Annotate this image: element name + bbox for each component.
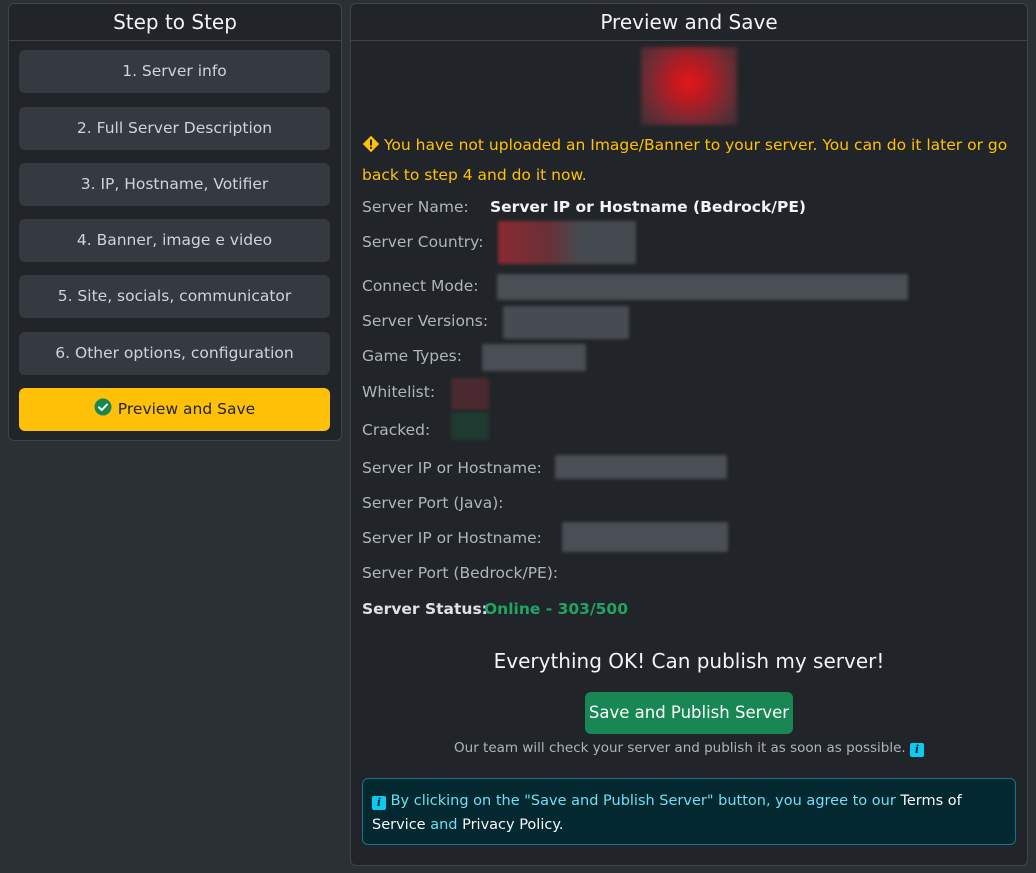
privacy-policy-link[interactable]: Privacy Policy — [462, 817, 559, 833]
server-banner-image — [641, 47, 737, 125]
agreement-text: By clicking on the "Save and Publish Ser… — [390, 793, 896, 809]
agreement-suffix: . — [558, 817, 564, 833]
server-status-label: Server Status: — [362, 600, 488, 618]
java-ip-label: Server IP or Hostname: — [362, 459, 542, 477]
team-note: Our team will check your server and publ… — [351, 740, 1027, 757]
info-icon[interactable]: i — [909, 743, 924, 757]
sidebar-title: Step to Step — [9, 4, 341, 41]
server-name-label: Server Name: — [362, 198, 469, 216]
team-note-text: Our team will check your server and publ… — [454, 740, 906, 756]
bedrock-ip-value — [562, 522, 728, 552]
server-name-value: Server IP or Hostname (Bedrock/PE) — [490, 198, 806, 216]
bedrock-port-label: Server Port (Bedrock/PE): — [362, 564, 559, 582]
java-port-label: Server Port (Java): — [362, 494, 504, 512]
java-ip-value — [555, 455, 727, 479]
agreement-alert: i By clicking on the "Save and Publish S… — [362, 778, 1016, 845]
game-types-label: Game Types: — [362, 347, 462, 365]
ok-message: Everything OK! Can publish my server! — [493, 649, 885, 673]
step-button-banner-image[interactable]: 4. Banner, image e video — [19, 219, 330, 262]
step-sidebar: Step to Step 1. Server info 2. Full Serv… — [8, 3, 342, 441]
server-versions-label: Server Versions: — [362, 312, 489, 330]
step-button-preview-save[interactable]: Preview and Save — [19, 388, 330, 431]
cracked-badge — [451, 412, 489, 440]
game-types-value — [482, 344, 586, 371]
step-button-full-description[interactable]: 2. Full Server Description — [19, 107, 330, 150]
step-button-other-options[interactable]: 6. Other options, configuration — [19, 332, 330, 375]
server-status-value: Online - 303/500 — [484, 600, 628, 618]
bedrock-ip-label: Server IP or Hostname: — [362, 529, 542, 547]
warning-icon — [362, 135, 380, 162]
banner-warning: You have not uploaded an Image/Banner to… — [362, 132, 1022, 189]
server-versions-value — [503, 306, 629, 339]
connect-mode-label: Connect Mode: — [362, 277, 479, 295]
whitelist-label: Whitelist: — [362, 383, 436, 401]
active-step-label: Preview and Save — [117, 400, 256, 418]
connect-mode-value — [497, 274, 908, 300]
agreement-and: and — [430, 817, 458, 833]
save-publish-button[interactable]: Save and Publish Server — [585, 692, 793, 734]
warning-text: You have not uploaded an Image/Banner to… — [362, 136, 1008, 184]
server-country-label: Server Country: — [362, 233, 484, 251]
check-circle-icon — [94, 390, 112, 433]
cracked-label: Cracked: — [362, 421, 431, 439]
info-icon: i — [372, 796, 386, 810]
panel-title: Preview and Save — [351, 4, 1027, 41]
server-country-flag — [498, 221, 636, 264]
step-button-site-socials[interactable]: 5. Site, socials, communicator — [19, 275, 330, 318]
step-button-ip-hostname[interactable]: 3. IP, Hostname, Votifier — [19, 163, 330, 206]
step-button-server-info[interactable]: 1. Server info — [19, 50, 330, 93]
preview-panel: Preview and Save You have not uploaded a… — [350, 3, 1028, 866]
whitelist-badge — [451, 378, 489, 410]
